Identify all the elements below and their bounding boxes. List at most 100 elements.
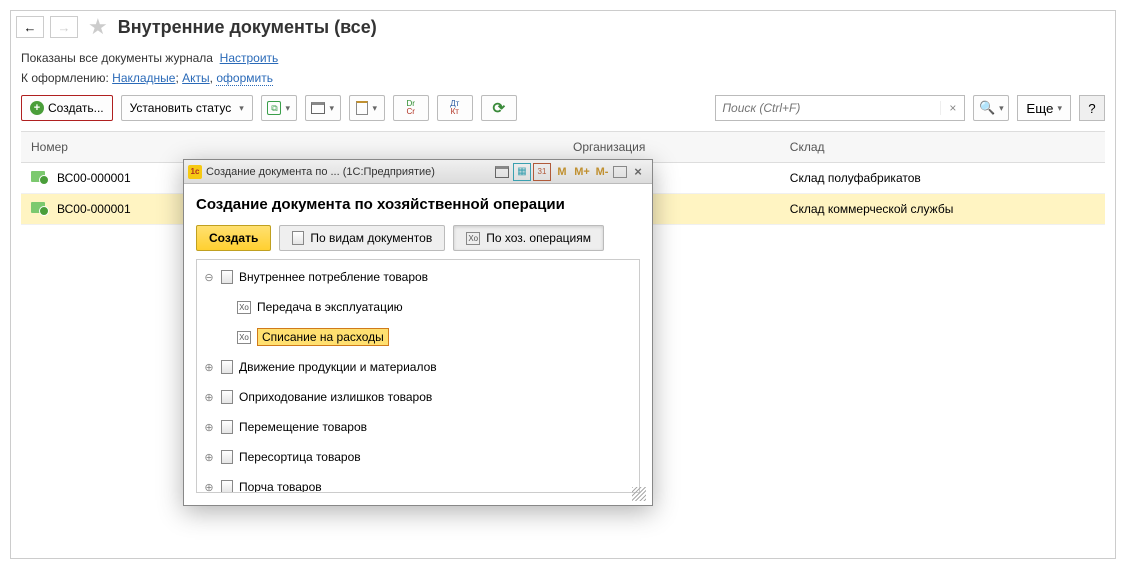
plus-icon: + — [30, 101, 44, 115]
dlg-by-ops-label: По хоз. операциям — [486, 231, 591, 245]
tree-label: Внутреннее потребление товаров — [239, 270, 428, 284]
onec-logo-icon: 1c — [188, 165, 202, 179]
tree-label: Списание на расходы — [262, 330, 384, 344]
main-toolbar: + Создать... Установить статус ⧉ DrCr Дт… — [11, 95, 1115, 131]
dlg-maximize-icon[interactable] — [613, 166, 627, 178]
dlg-by-ops-button[interactable]: Xo По хоз. операциям — [453, 225, 604, 251]
table-header-row: Номер Организация Склад — [21, 132, 1105, 163]
xo-icon: Xo — [237, 331, 251, 344]
tree-node[interactable]: ⊖ Внутреннее потребление товаров — [197, 262, 639, 292]
document-icon — [31, 202, 45, 213]
expand-icon[interactable]: ⊕ — [203, 451, 215, 464]
dialog-toolbar: Создать По видам документов Xo По хоз. о… — [196, 225, 640, 251]
dialog-titlebar[interactable]: 1c Создание документа по ... (1С:Предпри… — [184, 160, 652, 184]
header-bar: ← → ★ Внутренние документы (все) — [11, 11, 1115, 43]
set-status-button[interactable]: Установить статус — [121, 95, 253, 121]
operations-tree[interactable]: ⊖ Внутреннее потребление товаров Xo Пере… — [196, 259, 640, 493]
nav-back-button[interactable]: ← — [16, 16, 44, 38]
magnifier-icon: 🔍 — [979, 100, 995, 116]
report-icon — [356, 101, 368, 115]
favorite-star-icon[interactable]: ★ — [88, 14, 108, 40]
atkt-icon: ДтКт — [450, 100, 459, 116]
printer-icon — [495, 166, 509, 178]
tree-node[interactable]: ⊕ Движение продукции и материалов — [197, 352, 639, 382]
resize-grip-icon[interactable] — [632, 487, 646, 501]
set-status-label: Установить статус — [130, 101, 232, 115]
dlg-calendar-icon[interactable]: 31 — [533, 163, 551, 181]
dlg-create-button[interactable]: Создать — [196, 225, 271, 251]
tree-label: Движение продукции и материалов — [239, 360, 437, 374]
reports-button[interactable] — [349, 95, 385, 121]
search-clear-icon[interactable]: × — [940, 101, 964, 115]
pending-link-invoices[interactable]: Накладные — [112, 71, 175, 85]
search-box[interactable]: × — [715, 95, 965, 121]
page-icon — [221, 450, 233, 464]
more-label: Еще — [1026, 101, 1053, 116]
refresh-button[interactable]: ⟳ — [481, 95, 517, 121]
tree-node[interactable]: ⊕ Оприходование излишков товаров — [197, 382, 639, 412]
tree-label: Пересортица товаров — [239, 450, 361, 464]
pending-row: К оформлению: Накладные; Акты, оформить — [11, 67, 1115, 95]
dlg-close-icon[interactable]: × — [629, 163, 647, 181]
expand-icon[interactable]: ⊕ — [203, 421, 215, 434]
app-window: ← → ★ Внутренние документы (все) Показан… — [10, 10, 1116, 559]
collapse-icon[interactable]: ⊖ — [203, 271, 215, 284]
create-document-dialog: 1c Создание документа по ... (1С:Предпри… — [183, 159, 653, 506]
refresh-icon: ⟳ — [492, 99, 505, 117]
drcr-button[interactable]: DrCr — [393, 95, 429, 121]
configure-link[interactable]: Настроить — [220, 51, 279, 65]
xo-icon: Xo — [237, 301, 251, 314]
search-input[interactable] — [716, 101, 940, 115]
col-wh[interactable]: Склад — [780, 132, 1105, 163]
pending-link-acts[interactable]: Акты — [182, 71, 210, 85]
print-button[interactable] — [305, 95, 341, 121]
dlg-m-icon[interactable]: М — [553, 163, 571, 181]
tree-node[interactable]: Xo Передача в эксплуатацию — [197, 292, 639, 322]
document-icon — [31, 171, 45, 182]
tree-label: Оприходование излишков товаров — [239, 390, 432, 404]
help-button[interactable]: ? — [1079, 95, 1105, 121]
tree-label: Передача в эксплуатацию — [257, 300, 403, 314]
create-button[interactable]: + Создать... — [21, 95, 113, 121]
dlg-print-icon[interactable] — [493, 163, 511, 181]
dialog-body: Создание документа по хозяйственной опер… — [184, 184, 652, 505]
tree-label: Порча товаров — [239, 480, 322, 493]
col-number[interactable]: Номер — [21, 132, 563, 163]
pending-link-make[interactable]: оформить — [216, 71, 273, 86]
drcr-icon: DrCr — [407, 100, 415, 116]
subtitle-text: Показаны все документы журнала — [21, 51, 213, 65]
page-icon — [221, 270, 233, 284]
tree-label: Перемещение товаров — [239, 420, 367, 434]
page-icon — [292, 231, 304, 245]
page-icon — [221, 480, 233, 493]
dlg-grid-icon[interactable]: ▦ — [513, 163, 531, 181]
dlg-by-docs-button[interactable]: По видам документов — [279, 225, 445, 251]
tree-node[interactable]: ⊕ Пересортица товаров — [197, 442, 639, 472]
xo-icon: Xo — [466, 232, 480, 245]
more-button[interactable]: Еще — [1017, 95, 1071, 121]
subtitle-row: Показаны все документы журнала Настроить — [11, 43, 1115, 67]
tree-node[interactable]: ⊕ Порча товаров — [197, 472, 639, 493]
expand-icon[interactable]: ⊕ — [203, 361, 215, 374]
nav-forward-button[interactable]: → — [50, 16, 78, 38]
search-menu-button[interactable]: 🔍 — [973, 95, 1009, 121]
expand-icon[interactable]: ⊕ — [203, 391, 215, 404]
page-icon — [221, 360, 233, 374]
printer-icon — [311, 102, 325, 114]
page-title: Внутренние документы (все) — [118, 17, 377, 38]
cell-wh: Склад коммерческой службы — [780, 194, 1105, 225]
dlg-mminus-icon[interactable]: М- — [593, 163, 611, 181]
help-label: ? — [1088, 101, 1095, 116]
dlg-mplus-icon[interactable]: М+ — [573, 163, 591, 181]
tree-node-selected[interactable]: Xo Списание на расходы — [197, 322, 639, 352]
col-org[interactable]: Организация — [563, 132, 780, 163]
dlg-create-label: Создать — [209, 231, 258, 245]
dlg-by-docs-label: По видам документов — [310, 231, 432, 245]
copy-button[interactable]: ⧉ — [261, 95, 297, 121]
create-button-label: Создать... — [48, 101, 104, 115]
expand-icon[interactable]: ⊕ — [203, 481, 215, 494]
cell-number: ВС00-000001 — [57, 202, 131, 216]
tree-node[interactable]: ⊕ Перемещение товаров — [197, 412, 639, 442]
cell-wh: Склад полуфабрикатов — [780, 163, 1105, 194]
atkt-button[interactable]: ДтКт — [437, 95, 473, 121]
